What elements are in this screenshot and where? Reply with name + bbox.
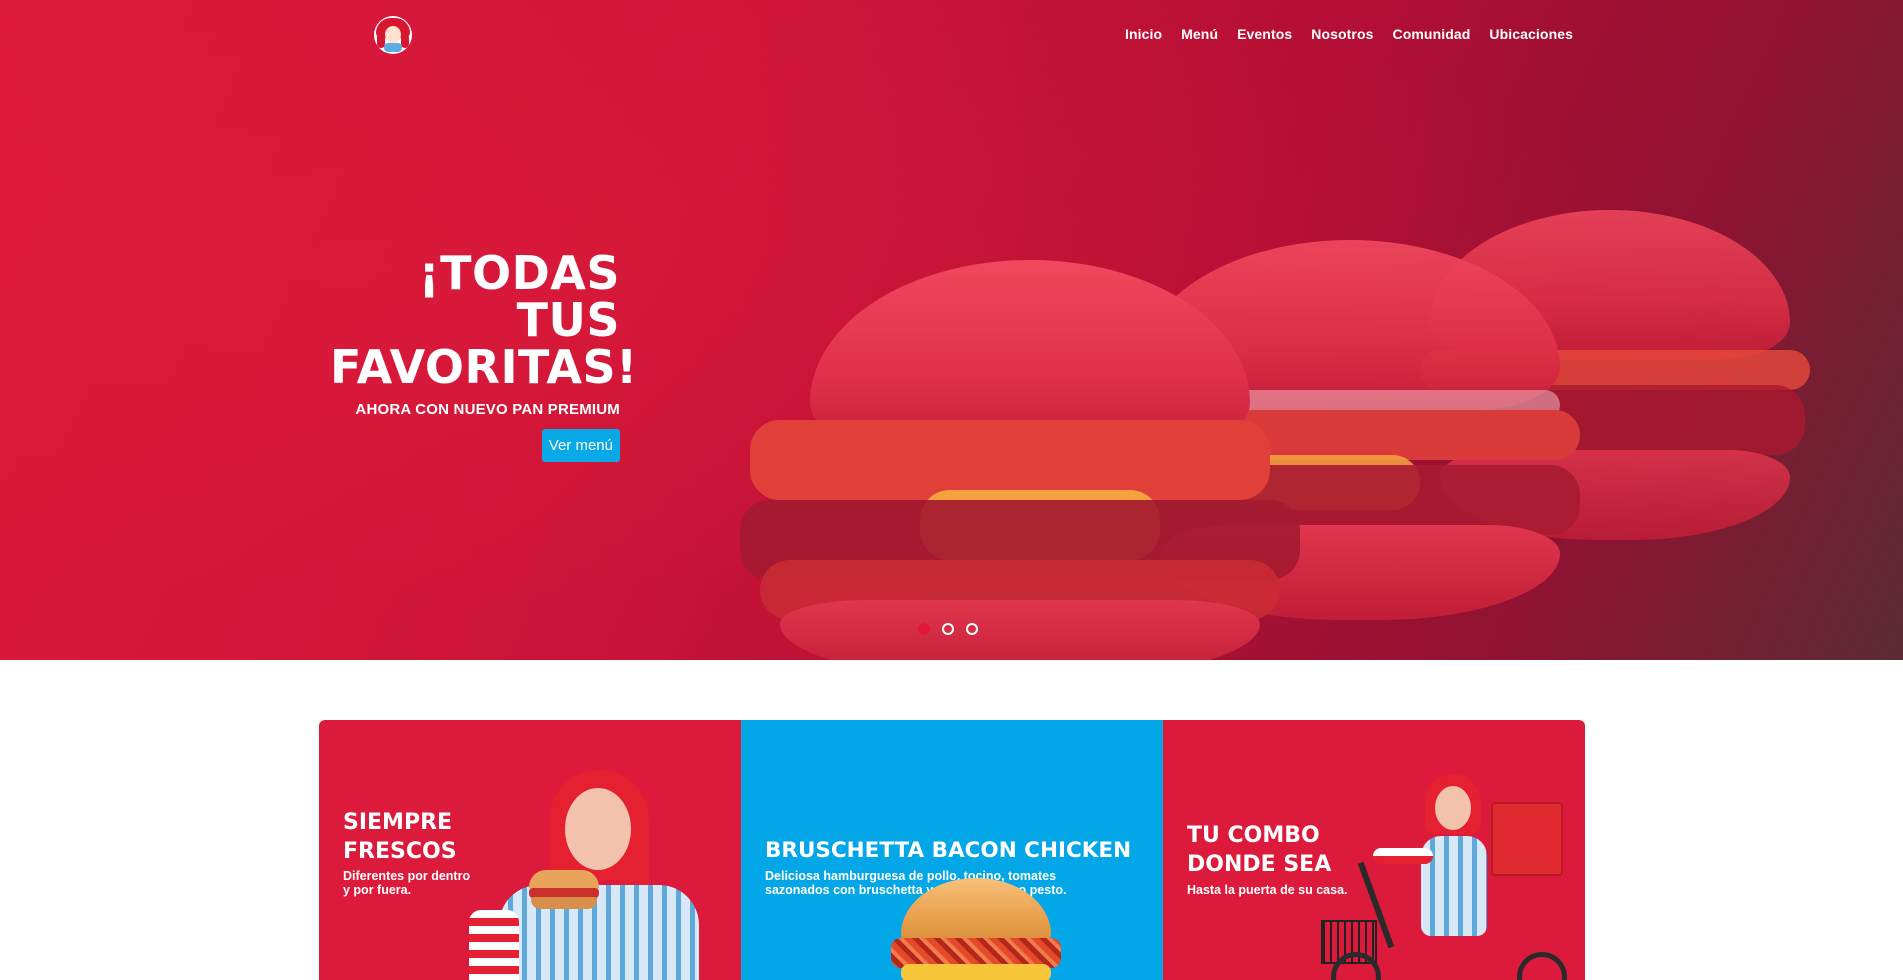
nav-item-inicio[interactable]: Inicio	[1125, 26, 1162, 42]
card-title-line2: DONDE SEA	[1187, 852, 1332, 877]
promo-card-bruschetta[interactable]: BRUSCHETTA BACON CHICKEN Deliciosa hambu…	[741, 720, 1163, 980]
card-title: TU COMBO DONDE SEA	[1187, 821, 1331, 879]
carousel-dot-1[interactable]	[918, 623, 930, 635]
card-desc-line2: y por fuera.	[343, 883, 412, 897]
view-menu-button[interactable]: Ver menú	[541, 429, 620, 462]
hero-title-line2: FAVORITAS!	[330, 340, 638, 394]
main-nav: Inicio Menú Eventos Nosotros Comunidad U…	[1125, 26, 1573, 42]
card-description: Diferentes por dentro y por fuera.	[343, 869, 470, 897]
carousel-dot-3[interactable]	[966, 623, 978, 635]
promo-card-delivery[interactable]: TU COMBO DONDE SEA Hasta la puerta de su…	[1163, 720, 1585, 980]
card-desc-line1: Diferentes por dentro	[343, 869, 471, 883]
card-title-line1: TU COMBO	[1187, 823, 1320, 848]
nav-item-comunidad[interactable]: Comunidad	[1393, 26, 1471, 42]
nav-item-menu[interactable]: Menú	[1181, 26, 1218, 42]
nav-item-nosotros[interactable]: Nosotros	[1311, 26, 1373, 42]
card-description: Hasta la puerta de su casa.	[1187, 883, 1348, 897]
nav-item-ubicaciones[interactable]: Ubicaciones	[1489, 26, 1573, 42]
hero-title: ¡TODAS TUS FAVORITAS!	[330, 250, 637, 391]
carousel-indicators	[918, 623, 978, 635]
card-title-line2: FRESCOS	[343, 839, 457, 864]
carousel-dot-2[interactable]	[942, 623, 954, 635]
hero-title-line1: ¡TODAS TUS	[418, 246, 620, 347]
card-title: SIEMPRE FRESCOS	[343, 808, 457, 866]
hero-burgers-image	[720, 200, 1870, 660]
card-title: BRUSCHETTA BACON CHICKEN	[765, 838, 1132, 863]
hero-text: ¡TODAS TUS FAVORITAS! AHORA CON NUEVO PA…	[330, 250, 637, 462]
card-title-line1: SIEMPRE	[343, 810, 453, 835]
wendys-logo-icon[interactable]	[374, 16, 412, 54]
hero-carousel: Inicio Menú Eventos Nosotros Comunidad U…	[0, 0, 1903, 660]
card-desc-line1: Deliciosa hamburguesa de pollo, tocino, …	[765, 869, 1057, 883]
promo-card-fresh[interactable]: SIEMPRE FRESCOS Diferentes por dentro y …	[319, 720, 741, 980]
nav-item-eventos[interactable]: Eventos	[1237, 26, 1292, 42]
hero-subtitle: AHORA CON NUEVO PAN PREMIUM	[355, 401, 620, 418]
promo-cards: SIEMPRE FRESCOS Diferentes por dentro y …	[319, 720, 1585, 980]
